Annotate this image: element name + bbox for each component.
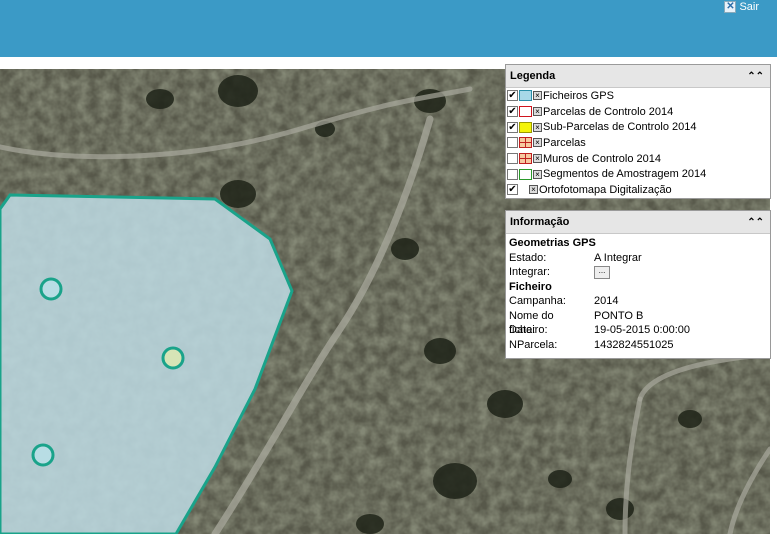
legend-title: Legenda — [510, 70, 556, 82]
info-panel: Informação ⌃⌃ Geometrias GPS Estado: A I… — [505, 210, 771, 359]
layer-label: Parcelas de Controlo 2014 — [543, 105, 674, 118]
gps-point[interactable] — [39, 277, 63, 301]
legend-layer-row: ✔ × Parcelas de Controlo 2014 — [506, 104, 770, 120]
layer-symbol-icon — [519, 106, 532, 118]
remove-layer-icon[interactable]: × — [529, 185, 538, 195]
layer-visibility-checkbox[interactable] — [507, 153, 518, 165]
layer-symbol-icon — [519, 121, 532, 133]
gps-point-selected[interactable] — [161, 346, 185, 370]
legend-layer-row: × Muros de Controlo 2014 — [506, 151, 770, 167]
layer-label: Sub-Parcelas de Controlo 2014 — [543, 121, 697, 134]
layer-visibility-checkbox[interactable] — [507, 168, 518, 180]
double-chevron-up-icon[interactable]: ⌃⌃ — [747, 217, 764, 228]
campanha-value: 2014 — [594, 295, 619, 307]
layer-label: Segmentos de Amostragem 2014 — [543, 168, 707, 181]
layer-visibility-checkbox[interactable]: ✔ — [507, 184, 518, 196]
layer-visibility-checkbox[interactable]: ✔ — [507, 90, 518, 102]
legend-layer-row: ✔ × Ortofotomapa Digitalização — [506, 182, 770, 198]
layer-symbol-icon — [519, 137, 532, 149]
remove-layer-icon[interactable]: × — [533, 122, 542, 132]
integrar-label: Integrar: — [509, 266, 550, 278]
close-icon: ✕ — [724, 1, 737, 13]
row-nome-ficheiro: Nome do ficheiro: PONTO B — [509, 309, 767, 337]
remove-layer-icon[interactable]: × — [533, 138, 542, 148]
nparcela-label: NParcela: — [509, 338, 558, 351]
estado-value: A Integrar — [594, 251, 642, 264]
layer-label: Ficheiros GPS — [543, 89, 614, 102]
logout-button[interactable]: ✕ Sair — [724, 1, 759, 13]
gps-point[interactable] — [31, 443, 55, 467]
row-campanha: Campanha: 2014 — [509, 294, 767, 309]
row-estado: Estado: A Integrar — [509, 251, 767, 266]
top-header-bar: ✕ Sair — [0, 0, 777, 57]
info-header[interactable]: Informação ⌃⌃ — [506, 211, 770, 234]
nome-ficheiro-value: PONTO B — [594, 309, 644, 322]
info-title: Informação — [510, 216, 570, 228]
nome-ficheiro-label: Nome do ficheiro: — [509, 309, 554, 337]
remove-layer-icon[interactable]: × — [533, 107, 542, 117]
legend-layer-row: × Segmentos de Amostragem 2014 — [506, 166, 770, 182]
layer-symbol-icon — [519, 153, 532, 165]
section-geometrias-gps: Geometrias GPS — [509, 237, 596, 249]
row-nparcela: NParcela: 1432824551025 — [509, 338, 767, 353]
layer-label: Parcelas — [543, 136, 586, 149]
campanha-label: Campanha: — [509, 295, 566, 307]
layer-visibility-checkbox[interactable] — [507, 137, 518, 149]
remove-layer-icon[interactable]: × — [533, 169, 542, 179]
estado-label: Estado: — [509, 251, 547, 264]
section-ficheiro: Ficheiro — [509, 280, 552, 293]
layer-visibility-checkbox[interactable]: ✔ — [507, 121, 518, 133]
integrar-button[interactable]: ... — [594, 265, 610, 279]
legend-layer-list: ✔ × Ficheiros GPS ✔ × Parcelas de Controlo 20… — [506, 88, 770, 198]
legend-header[interactable]: Legenda ⌃⌃ — [506, 65, 770, 88]
row-data: Data: 19-05-2015 0:00:00 — [509, 323, 767, 338]
layer-symbol-icon — [519, 90, 532, 102]
data-value: 19-05-2015 0:00:00 — [594, 324, 691, 336]
layer-label: Muros de Controlo 2014 — [543, 152, 662, 165]
layer-label: Ortofotomapa Digitalização — [539, 183, 672, 196]
legend-layer-row: ✔ × Ficheiros GPS — [506, 88, 770, 104]
legend-layer-row: × Parcelas — [506, 135, 770, 151]
remove-layer-icon[interactable]: × — [533, 91, 542, 101]
layer-symbol-icon — [519, 168, 532, 180]
layer-visibility-checkbox[interactable]: ✔ — [507, 106, 518, 118]
legend-layer-row: ✔ × Sub-Parcelas de Controlo 2014 — [506, 119, 770, 135]
nparcela-value: 1432824551025 — [594, 338, 674, 351]
legend-panel: Legenda ⌃⌃ ✔ × Ficheiros GPS ✔ × Parcelas de … — [505, 64, 771, 199]
double-chevron-up-icon[interactable]: ⌃⌃ — [747, 71, 764, 82]
remove-layer-icon[interactable]: × — [533, 154, 542, 164]
data-label: Data: — [509, 324, 536, 336]
row-integrar: Integrar: ... — [509, 265, 767, 280]
logout-label: Sair — [739, 1, 759, 13]
